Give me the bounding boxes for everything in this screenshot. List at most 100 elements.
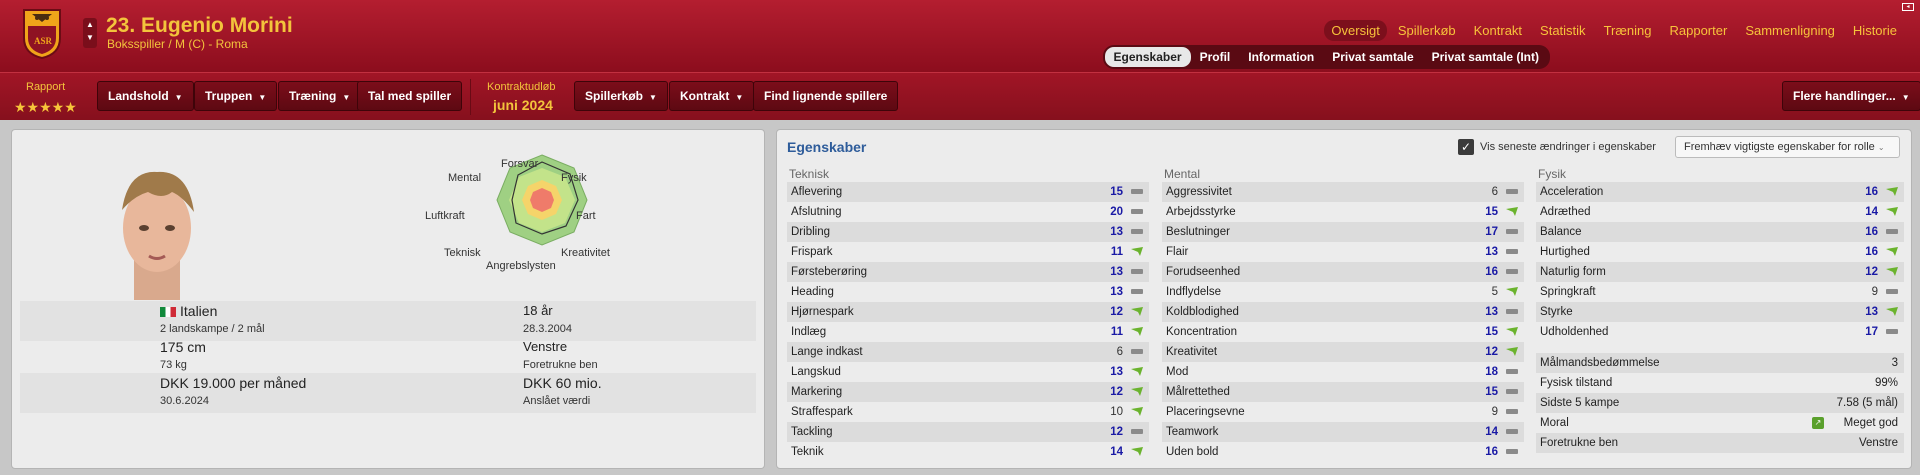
attribute-value: 6	[1491, 186, 1498, 198]
attribute-value: 16	[1485, 446, 1498, 458]
spillerkob-label: Spillerkøb	[585, 89, 644, 103]
attribute-row-tackling[interactable]: Tackling 12	[787, 422, 1149, 442]
attribute-name: Markering	[791, 386, 843, 398]
flere-handlinger-button[interactable]: Flere handlinger... ▼	[1782, 81, 1920, 111]
tal-med-spiller-button[interactable]: Tal med spiller	[357, 81, 463, 111]
radar-label-kreativitet: Kreativitet	[561, 247, 610, 259]
attribute-row-acceleration[interactable]: Acceleration 16	[1536, 182, 1904, 202]
spillerkob-button[interactable]: Spillerkøb ▼	[574, 81, 668, 111]
attribute-row-forudseenhed[interactable]: Forudseenhed 16	[1162, 262, 1524, 282]
attribute-row-indlaeg[interactable]: Indlæg 11	[787, 322, 1149, 342]
attribute-name: Udholdenhed	[1540, 326, 1609, 338]
attribute-row-frispark[interactable]: Frispark 11	[787, 242, 1149, 262]
attribute-row-springkraft[interactable]: Springkraft 9	[1536, 282, 1904, 302]
attribute-name: Aggressivitet	[1166, 186, 1232, 198]
window-restore-icon[interactable]: ◂	[1902, 3, 1914, 11]
attribute-row-uden-bold[interactable]: Uden bold 16	[1162, 442, 1524, 462]
trend-flat-icon	[1131, 269, 1143, 274]
attribute-name: Hjørnespark	[791, 306, 854, 318]
attribute-row-udholdenhed[interactable]: Udholdenhed 17	[1536, 322, 1904, 342]
attribute-value: 13	[1110, 266, 1123, 278]
attribute-row-kreativitet[interactable]: Kreativitet 12	[1162, 342, 1524, 362]
rating-stars[interactable]: ★★★★★	[14, 99, 77, 116]
nav-sammenligning[interactable]: Sammenligning	[1738, 20, 1842, 41]
nav-rapporter[interactable]: Rapporter	[1663, 20, 1735, 41]
attribute-row-placeringsevne[interactable]: Placeringsevne 9	[1162, 402, 1524, 422]
trend-flat-icon	[1131, 349, 1143, 354]
truppen-button[interactable]: Truppen ▼	[194, 81, 278, 111]
chevron-down-icon: ▼	[649, 93, 657, 102]
attribute-row-indflydelse[interactable]: Indflydelse 5	[1162, 282, 1524, 302]
player-nav-arrows[interactable]: ▲ ▼	[83, 18, 97, 48]
nav-spillerkob[interactable]: Spillerkøb	[1391, 20, 1463, 41]
attribute-row-adraethed[interactable]: Adræthed 14	[1536, 202, 1904, 222]
trend-flat-icon	[1506, 409, 1518, 414]
attribute-row-markering[interactable]: Markering 12	[787, 382, 1149, 402]
attribute-name: Langskud	[791, 366, 841, 378]
main-nav: Oversigt Spillerkøb Kontrakt Statistik T…	[1324, 20, 1904, 41]
attribute-name: Førsteberøring	[791, 266, 868, 278]
attribute-value: 9	[1491, 406, 1498, 418]
attribute-row-mod[interactable]: Mod 18	[1162, 362, 1524, 382]
attribute-row-malrettethed[interactable]: Målrettethed 15	[1162, 382, 1524, 402]
landshold-button[interactable]: Landshold ▼	[97, 81, 194, 111]
traening-button[interactable]: Træning ▼	[278, 81, 362, 111]
attribute-name: Beslutninger	[1166, 226, 1230, 238]
attribute-row-heading[interactable]: Heading 13	[787, 282, 1149, 302]
attribute-row-aggressivitet[interactable]: Aggressivitet 6	[1162, 182, 1524, 202]
nav-statistik[interactable]: Statistik	[1533, 20, 1593, 41]
attribute-value: 17	[1865, 326, 1878, 338]
attribute-row-arbejdsstyrke[interactable]: Arbejdsstyrke 15	[1162, 202, 1524, 222]
attribute-value: 16	[1865, 246, 1878, 258]
radar-label-mental: Mental	[448, 172, 482, 184]
chevron-down-icon: ▼	[258, 93, 267, 102]
attribute-value: 13	[1110, 226, 1123, 238]
tab-privat-samtale-int[interactable]: Privat samtale (Int)	[1423, 47, 1548, 67]
attribute-row-balance[interactable]: Balance 16	[1536, 222, 1904, 242]
attribute-row-dribling[interactable]: Dribling 13	[787, 222, 1149, 242]
attribute-row-koldblodighed[interactable]: Koldblodighed 13	[1162, 302, 1524, 322]
kontrakt-button[interactable]: Kontrakt ▼	[669, 81, 755, 111]
attribute-row-styrke[interactable]: Styrke 13	[1536, 302, 1904, 322]
attribute-row-afslutning[interactable]: Afslutning 20	[787, 202, 1149, 222]
highlight-role-dropdown[interactable]: Fremhæv vigtigste egenskaber for rolle ⌄	[1675, 136, 1900, 158]
find-lignende-button[interactable]: Find lignende spillere	[753, 81, 899, 111]
attribute-row-aflevering[interactable]: Aflevering 15	[787, 182, 1149, 202]
tab-privat-samtale[interactable]: Privat samtale	[1323, 47, 1422, 67]
attribute-row-teamwork[interactable]: Teamwork 14	[1162, 422, 1524, 442]
kontrakt-btn-label: Kontrakt	[680, 89, 730, 103]
chevron-down-icon: ▼	[342, 93, 351, 102]
nav-traening[interactable]: Træning	[1597, 20, 1659, 41]
attribute-name: Springkraft	[1540, 286, 1596, 298]
tab-profil[interactable]: Profil	[1191, 47, 1240, 67]
attribute-row-beslutninger[interactable]: Beslutninger 17	[1162, 222, 1524, 242]
attribute-row-hurtighed[interactable]: Hurtighed 16	[1536, 242, 1904, 262]
trend-up-icon	[1131, 367, 1143, 376]
attribute-row-hjornespark[interactable]: Hjørnespark 12	[787, 302, 1149, 322]
attribute-name: Dribling	[791, 226, 830, 238]
attribute-row-langskud[interactable]: Langskud 13	[787, 362, 1149, 382]
find-label: Find lignende spillere	[764, 89, 888, 103]
nav-kontrakt[interactable]: Kontrakt	[1467, 20, 1529, 41]
attribute-row-straffespark[interactable]: Straffespark 10	[787, 402, 1149, 422]
attribute-name: Acceleration	[1540, 186, 1604, 198]
attribute-row-koncentration[interactable]: Koncentration 15	[1162, 322, 1524, 342]
trend-flat-icon	[1506, 229, 1518, 234]
stat-row-malmandsbedommelse: Målmandsbedømmelse 3	[1536, 353, 1904, 373]
tab-egenskaber[interactable]: Egenskaber	[1104, 47, 1191, 67]
radar-label-fart: Fart	[576, 210, 596, 222]
attribute-row-forsteberoring[interactable]: Førsteberøring 13	[787, 262, 1149, 282]
attribute-row-teknik[interactable]: Teknik 14	[787, 442, 1149, 462]
show-changes-checkbox[interactable]: ✓	[1458, 139, 1474, 155]
trend-up-icon	[1131, 327, 1143, 336]
nav-historie[interactable]: Historie	[1846, 20, 1904, 41]
attribute-row-flair[interactable]: Flair 13	[1162, 242, 1524, 262]
trend-up-icon	[1886, 247, 1898, 256]
traening-label: Træning	[289, 89, 337, 103]
tab-information[interactable]: Information	[1239, 47, 1323, 67]
attribute-row-naturlig-form[interactable]: Naturlig form 12	[1536, 262, 1904, 282]
attribute-row-lange-indkast[interactable]: Lange indkast 6	[787, 342, 1149, 362]
attribute-name: Koldblodighed	[1166, 306, 1239, 318]
trend-up-icon	[1506, 287, 1518, 296]
nav-oversigt[interactable]: Oversigt	[1324, 20, 1387, 41]
